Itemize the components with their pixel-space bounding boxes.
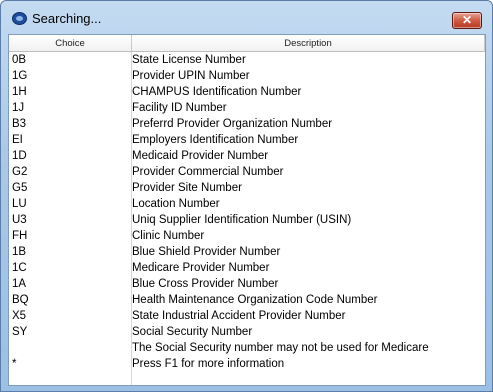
- eye-icon: [12, 12, 27, 25]
- choice-cell: U3: [12, 214, 27, 226]
- description-cell: Provider Site Number: [132, 182, 242, 194]
- description-cell: Facility ID Number: [132, 102, 227, 114]
- description-cell: Press F1 for more information: [132, 358, 285, 370]
- column-header-choice[interactable]: Choice: [9, 35, 132, 52]
- choice-cell: *: [12, 358, 17, 370]
- choice-cell: X5: [12, 310, 27, 322]
- description-cell: Medicaid Provider Number: [132, 150, 269, 162]
- table-row[interactable]: B3 Preferrd Provider Organization Number: [9, 116, 485, 132]
- table-row[interactable]: 1A Blue Cross Provider Number: [9, 276, 485, 292]
- description-cell: CHAMPUS Identification Number: [132, 86, 302, 98]
- table-row[interactable]: 1J Facility ID Number: [9, 100, 485, 116]
- choice-cell: G2: [12, 166, 28, 178]
- table-row[interactable]: X5 State Industrial Accident Provider Num…: [9, 308, 485, 324]
- choice-cell: 1B: [12, 246, 27, 258]
- table-row[interactable]: 1C Medicare Provider Number: [9, 260, 485, 276]
- choice-list: Choice Description 0B State License Numbe…: [8, 34, 486, 386]
- description-cell: Preferrd Provider Organization Number: [132, 118, 333, 130]
- description-cell: Uniq Supplier Identification Number (USI…: [132, 214, 352, 226]
- description-cell: Medicare Provider Number: [132, 262, 270, 274]
- choice-cell: 1A: [12, 278, 27, 290]
- table-body: 0B State License Number 1G Provider UPIN Nu…: [9, 52, 485, 372]
- table-row[interactable]: SY Social Security Number: [9, 324, 485, 340]
- choice-cell: 1G: [12, 70, 28, 82]
- choice-cell: 0B: [12, 54, 27, 66]
- description-cell: Blue Cross Provider Number: [132, 278, 279, 290]
- description-cell: The Social Security number may not be us…: [132, 342, 429, 354]
- description-cell: Location Number: [132, 198, 220, 210]
- description-cell: Provider Commercial Number: [132, 166, 284, 178]
- description-cell: State License Number: [132, 54, 246, 66]
- title-bar[interactable]: Searching... ✕: [1, 1, 492, 33]
- table-row[interactable]: The Social Security number may not be us…: [9, 340, 485, 356]
- table-header: Choice Description: [9, 35, 485, 53]
- table-row[interactable]: 0B State License Number: [9, 52, 485, 68]
- choice-cell: SY: [12, 326, 28, 338]
- window-title: Searching...: [32, 11, 102, 26]
- choice-cell: EI: [12, 134, 23, 146]
- column-header-description[interactable]: Description: [132, 35, 485, 52]
- choice-cell: FH: [12, 230, 28, 242]
- description-cell: Clinic Number: [132, 230, 205, 242]
- table-row[interactable]: EI Employers Identification Number: [9, 132, 485, 148]
- table-row[interactable]: 1H CHAMPUS Identification Number: [9, 84, 485, 100]
- choice-cell: LU: [12, 198, 27, 210]
- description-cell: Social Security Number: [132, 326, 253, 338]
- choice-cell: 1C: [12, 262, 27, 274]
- search-dialog: Searching... ✕ Choice Description 0B Stat…: [0, 0, 493, 392]
- table-row[interactable]: BQ Health Maintenance Organization Code N…: [9, 292, 485, 308]
- description-cell: Blue Shield Provider Number: [132, 246, 281, 258]
- table-row[interactable]: LU Location Number: [9, 196, 485, 212]
- description-cell: Provider UPIN Number: [132, 70, 250, 82]
- table-row[interactable]: 1B Blue Shield Provider Number: [9, 244, 485, 260]
- choice-cell: G5: [12, 182, 28, 194]
- description-cell: State Industrial Accident Provider Numbe…: [132, 310, 346, 322]
- choice-cell: 1H: [12, 86, 27, 98]
- table-row[interactable]: 1D Medicaid Provider Number: [9, 148, 485, 164]
- table-row[interactable]: FH Clinic Number: [9, 228, 485, 244]
- description-cell: Health Maintenance Organization Code Num…: [132, 294, 378, 306]
- close-button[interactable]: ✕: [452, 12, 482, 29]
- table-row[interactable]: G2 Provider Commercial Number: [9, 164, 485, 180]
- table-row[interactable]: 1G Provider UPIN Number: [9, 68, 485, 84]
- choice-cell: B3: [12, 118, 27, 130]
- table-row[interactable]: G5 Provider Site Number: [9, 180, 485, 196]
- choice-cell: 1J: [12, 102, 25, 114]
- description-cell: Employers Identification Number: [132, 134, 299, 146]
- choice-cell: 1D: [12, 150, 27, 162]
- table-row[interactable]: * Press F1 for more information: [9, 356, 485, 372]
- table-row[interactable]: U3 Uniq Supplier Identification Number (U…: [9, 212, 485, 228]
- choice-cell: BQ: [12, 294, 29, 306]
- choice-cell: [12, 340, 130, 356]
